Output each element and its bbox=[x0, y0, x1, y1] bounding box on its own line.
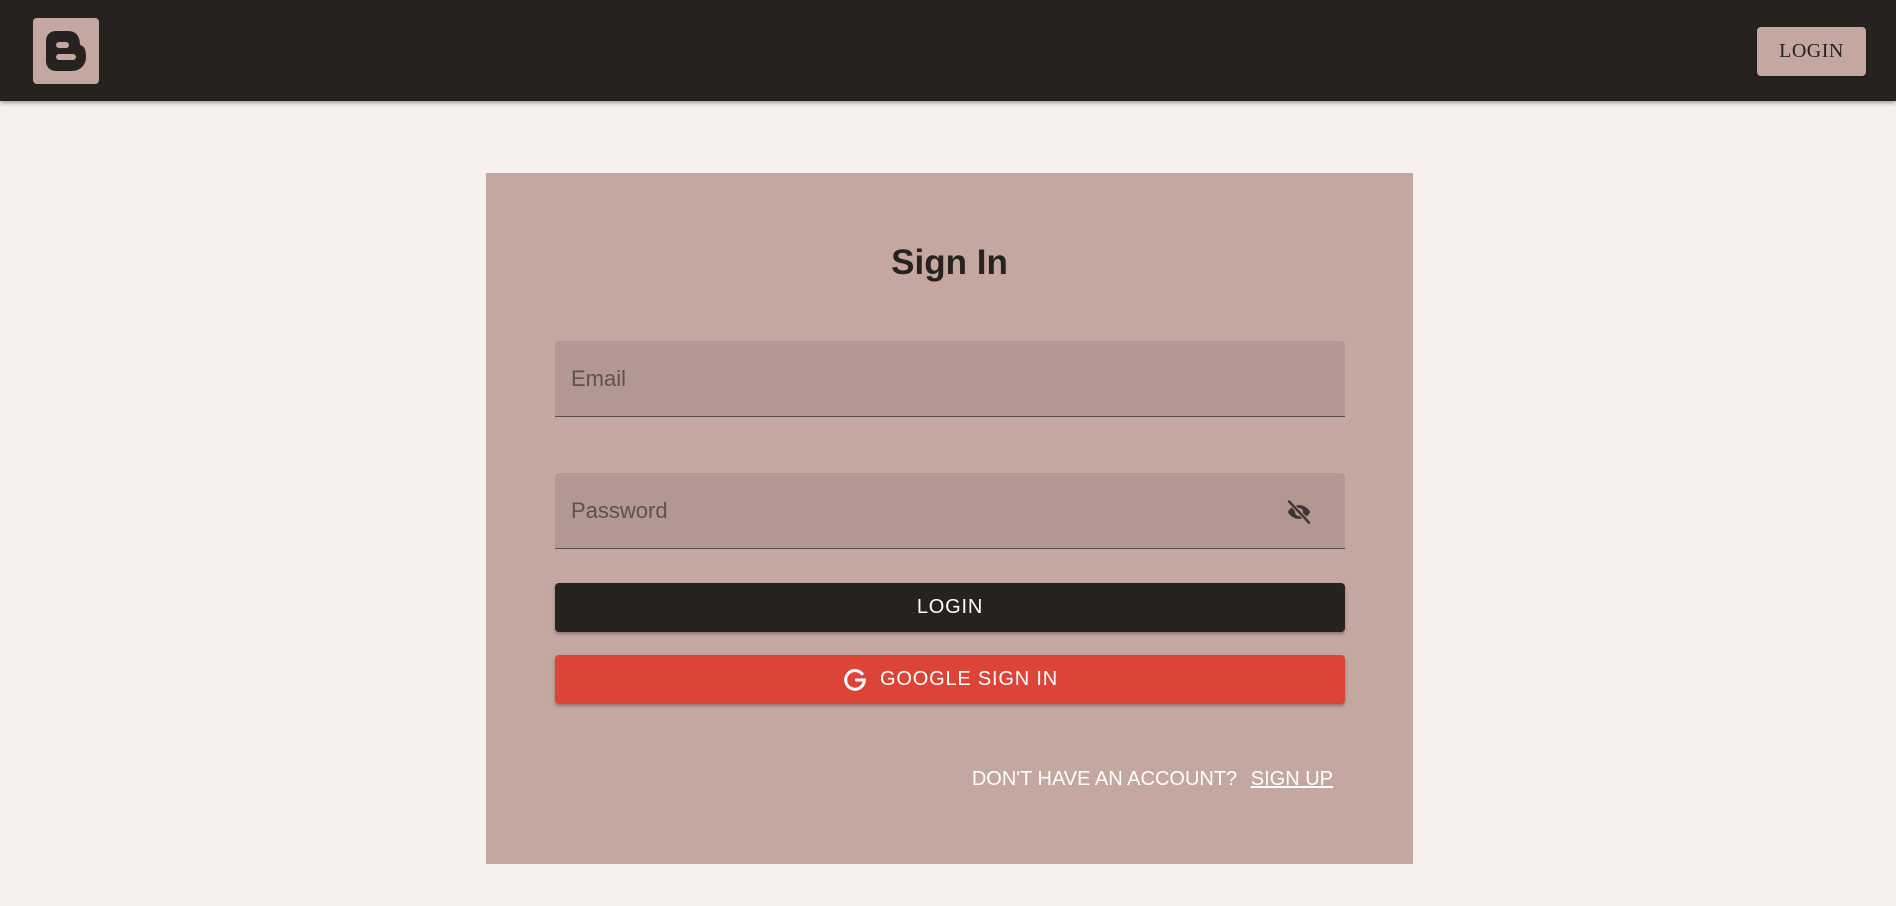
no-account-text: DON'T HAVE AN ACCOUNT? bbox=[971, 768, 1238, 790]
signup-prompt: DON'T HAVE AN ACCOUNT? SIGN UP bbox=[972, 768, 1333, 791]
sign-in-card: Sign In LOGIN GOOGLE SIGN IN DON'T HAVE … bbox=[486, 173, 1413, 864]
top-app-bar: LOGIN bbox=[0, 0, 1896, 101]
eye-off-icon[interactable] bbox=[1284, 497, 1314, 527]
login-button-label: LOGIN bbox=[916, 596, 984, 618]
login-button[interactable]: LOGIN bbox=[555, 583, 1345, 632]
email-field[interactable] bbox=[555, 341, 1345, 416]
page-title: Sign In bbox=[891, 243, 1008, 282]
google-sign-in-button[interactable]: GOOGLE SIGN IN bbox=[555, 655, 1345, 704]
sign-up-link[interactable]: SIGN UP bbox=[1251, 768, 1333, 790]
google-sign-in-label: GOOGLE SIGN IN bbox=[880, 668, 1058, 690]
header-login-button[interactable]: LOGIN bbox=[1757, 27, 1866, 76]
google-icon bbox=[842, 667, 868, 693]
email-field-container bbox=[555, 341, 1345, 417]
password-field-container bbox=[555, 473, 1345, 549]
password-field[interactable] bbox=[555, 473, 1345, 548]
blogger-logo-icon[interactable] bbox=[33, 18, 99, 84]
